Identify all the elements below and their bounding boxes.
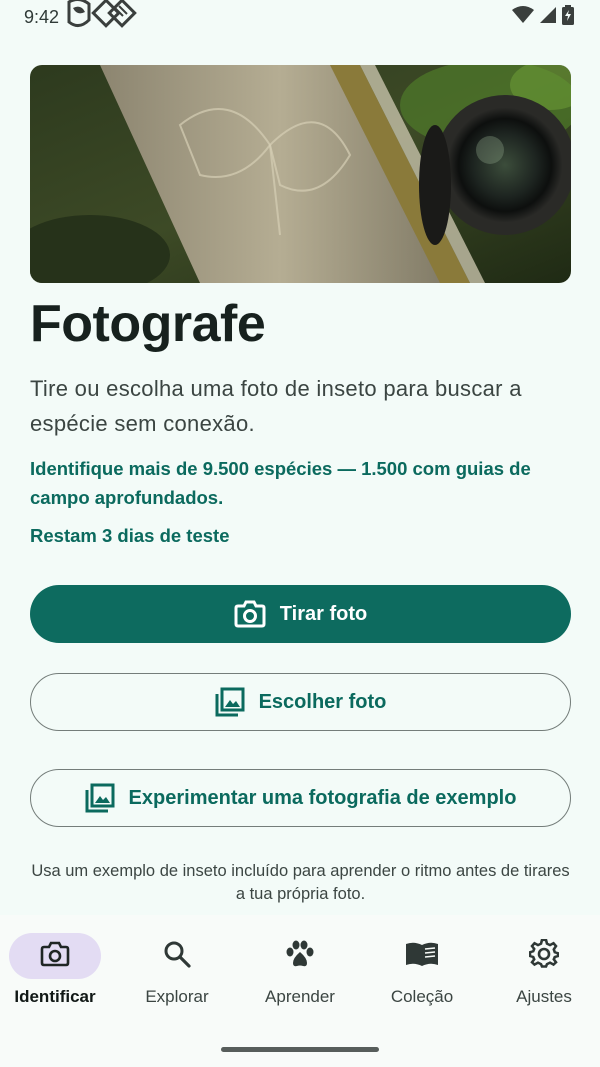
nav-active-indicator: [9, 933, 101, 979]
book-icon: [405, 941, 439, 972]
battery-icon: [562, 4, 574, 30]
nav-item-colecao[interactable]: Coleção: [362, 933, 482, 1007]
paw-icon: [285, 940, 315, 973]
nav-label-identificar: Identificar: [14, 987, 96, 1006]
nav-item-identificar[interactable]: Identificar: [0, 933, 115, 1007]
nav-label-ajustes: Ajustes: [516, 987, 572, 1006]
photo-library-icon: [85, 783, 115, 813]
nav-icon-holder: [376, 933, 468, 979]
take-photo-button[interactable]: Tirar foto: [30, 585, 571, 643]
camera-icon: [40, 941, 70, 972]
status-left: 9:42: [24, 0, 139, 37]
nav-label-explorar: Explorar: [145, 987, 209, 1006]
choose-photo-button[interactable]: Escolher foto: [30, 673, 571, 731]
status-icons: [512, 4, 574, 30]
nav-icon-holder: [131, 933, 223, 979]
nav-label-aprender: Aprender: [265, 987, 335, 1006]
choose-photo-label: Escolher foto: [258, 690, 387, 713]
wifi-icon: [512, 5, 534, 29]
photo-library-icon: [215, 687, 245, 717]
nav-icon-holder: [498, 933, 590, 979]
nav-item-aprender[interactable]: Aprender: [240, 933, 360, 1007]
status-time: 9:42: [24, 6, 60, 27]
search-icon: [163, 940, 191, 973]
camera-icon: [234, 600, 266, 628]
home-indicator[interactable]: [221, 1047, 379, 1052]
nav-label-colecao: Coleção: [390, 987, 454, 1006]
signal-icon: [539, 6, 557, 29]
status-bar: 9:42: [0, 0, 600, 34]
page-title: Fotografe: [30, 295, 266, 353]
example-helper-text: Usa um exemplo de inseto incluído para a…: [31, 862, 570, 903]
page-subtitle: Tire ou escolha uma foto de inseto para …: [30, 376, 522, 436]
example-photo-label: Experimentar uma fotografia de exemplo: [128, 786, 517, 809]
example-photo-button[interactable]: Experimentar uma fotografia de exemplo: [30, 769, 571, 827]
hero-image: [30, 65, 571, 283]
nav-item-explorar[interactable]: Explorar: [117, 933, 237, 1007]
take-photo-label: Tirar foto: [279, 602, 368, 625]
nav-item-ajustes[interactable]: Ajustes: [484, 933, 600, 1007]
gear-icon: [528, 938, 560, 974]
bottom-navigation: Identificar Explorar Aprender Coleção Aj…: [0, 915, 600, 1067]
species-highlight: Identifique mais de 9.500 espécies — 1.5…: [30, 458, 531, 508]
app-logo-icon: [63, 0, 139, 37]
nav-icon-holder: [254, 933, 346, 979]
trial-status: Restam 3 dias de teste: [30, 525, 230, 546]
